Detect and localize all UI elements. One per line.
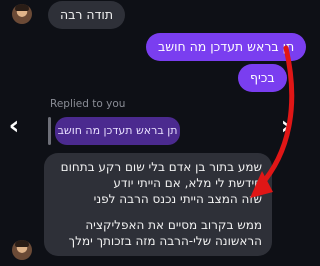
chat-thread: תודה רבה תן בראש תעדכן מה חושב בכיף Repl…	[0, 0, 307, 266]
annotation-arrow	[250, 45, 295, 198]
